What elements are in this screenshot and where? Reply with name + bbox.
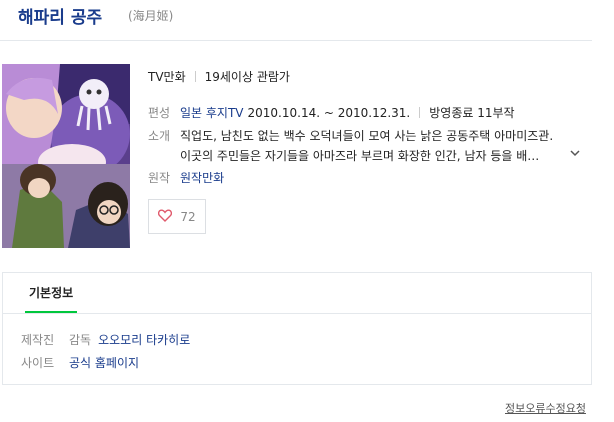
broadcast-status: 방영종료 11부작	[429, 106, 515, 120]
tab-label: 기본정보	[29, 285, 74, 300]
poster-image[interactable]	[2, 64, 130, 248]
original-link[interactable]: 원작만화	[180, 169, 224, 186]
schedule-row: 편성 일본 후지TV 2010.10.14. ~ 2010.12.31. 방영종…	[148, 104, 515, 121]
like-count: 72	[180, 209, 196, 224]
director-role: 감독	[69, 333, 92, 347]
heart-icon	[158, 207, 173, 226]
original-row: 원작 원작만화	[148, 169, 224, 186]
synopsis-line-2: 이곳의 주민들은 자기들을 아마즈라 부르며 화장한 인간, 남자 등을 배…	[180, 149, 540, 163]
divider	[194, 71, 196, 82]
director-link[interactable]: 오오모리 타카히로	[98, 331, 190, 348]
broadcaster-link[interactable]: 일본 후지TV	[180, 104, 244, 121]
original-label: 원작	[148, 171, 171, 185]
producer-row: 제작진 감독 오오모리 타카히로	[21, 331, 190, 348]
schedule-label: 편성	[148, 106, 171, 120]
page-title[interactable]: 해파리 공주	[18, 3, 102, 28]
site-row: 사이트 공식 홈페이지	[21, 354, 139, 371]
divider	[3, 313, 591, 314]
synopsis-line-1: 직업도, 남친도 없는 백수 오덕녀들이 모여 사는 낡은 공동주택 아마미즈관…	[180, 129, 554, 143]
report-error-link[interactable]: 정보오류수정요청	[505, 400, 586, 416]
page-header: 해파리 공주 (海月姬)	[0, 0, 592, 41]
official-site-link[interactable]: 공식 홈페이지	[69, 354, 139, 371]
basic-info-panel: 기본정보 제작진 감독 오오모리 타카히로 사이트 공식 홈페이지	[2, 272, 592, 385]
divider	[419, 107, 421, 118]
synopsis-row: 소개	[148, 127, 180, 144]
broadcast-period: 2010.10.14. ~ 2010.12.31.	[247, 105, 411, 120]
rating-label: 19세이상 관람가	[204, 70, 290, 84]
synopsis-label: 소개	[148, 129, 171, 143]
like-button[interactable]: 72	[148, 199, 206, 234]
original-title: (海月姬)	[128, 9, 174, 23]
tab-basic-info[interactable]: 기본정보	[25, 273, 78, 313]
type-label: TV만화	[148, 70, 186, 84]
meta-line: TV만화 19세이상 관람가	[148, 68, 290, 85]
producer-label: 제작진	[21, 333, 55, 347]
chevron-down-icon[interactable]	[569, 144, 581, 157]
site-label: 사이트	[21, 356, 55, 370]
